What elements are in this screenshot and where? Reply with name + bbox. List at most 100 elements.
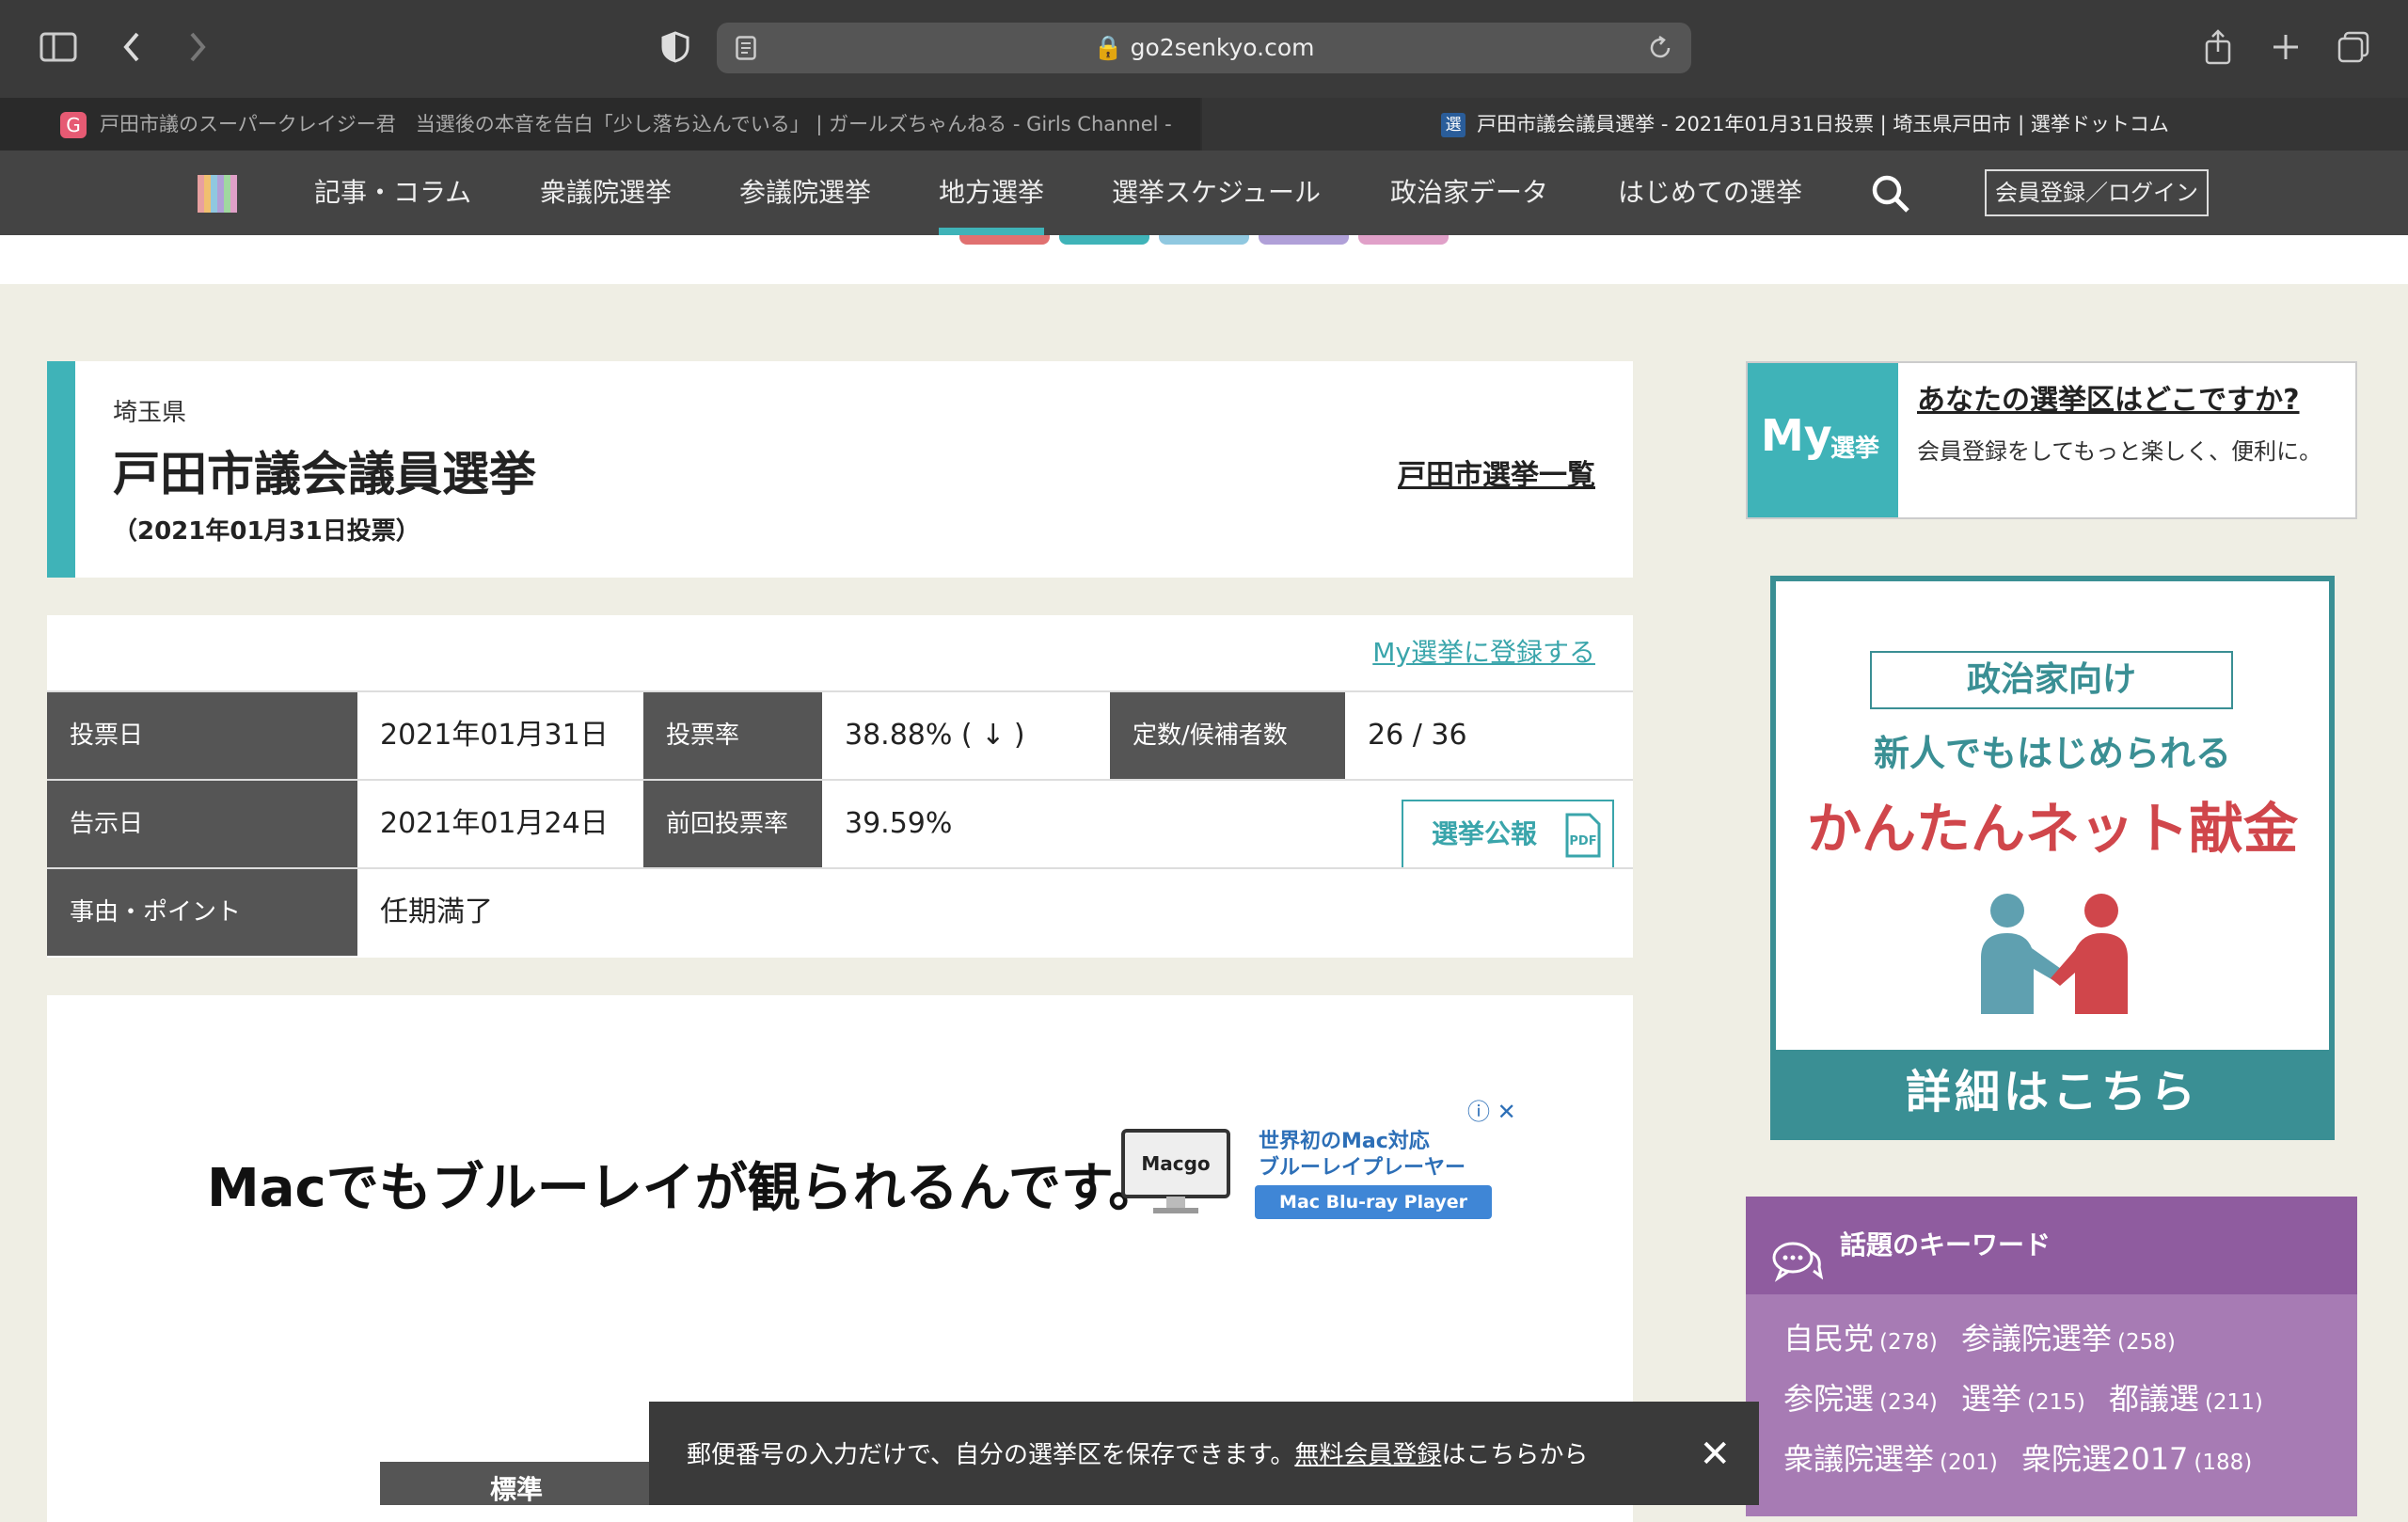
new-tab-icon[interactable]: [2265, 26, 2306, 68]
turnout-label: 投票率: [643, 692, 822, 779]
notice-text: 郵便番号の入力だけで、自分の選挙区を保存できます。無料会員登録はこちらから: [687, 1435, 1588, 1470]
forward-icon[interactable]: [177, 26, 218, 68]
keyword-item[interactable]: 都議選 (211): [2109, 1375, 2263, 1419]
sidebar-toggle-icon[interactable]: [38, 26, 79, 68]
site-logo-icon[interactable]: [198, 175, 237, 213]
keyword-count: (188): [2194, 1451, 2253, 1475]
senkyo-favicon: 選: [1441, 113, 1466, 137]
info-row-3: 事由・ポイント 任期満了: [47, 867, 1633, 956]
prefecture-label: 埼玉県: [113, 399, 187, 427]
ad-side-text: 世界初のMac対応 ブルーレイプレーヤー: [1259, 1129, 1465, 1181]
keyword-item[interactable]: 参院選 (234): [1783, 1375, 1938, 1419]
register-my-election-link[interactable]: My選挙に登録する: [1372, 632, 1595, 670]
tab-label: 戸田市議のスーパークレイジー君 当選後の本音を告白「少し落ち込んでいる」 | ガ…: [100, 113, 1172, 135]
standard-tab[interactable]: 標準: [380, 1462, 653, 1505]
ad-headline[interactable]: Macでもブルーレイが観られるんです。: [207, 1146, 1161, 1222]
my-election-desc: 会員登録をしてもっと楽しく、便利に。: [1917, 438, 2322, 465]
url-text: 🔒 go2senkyo.com: [717, 23, 1691, 73]
election-title-card: 埼玉県 戸田市議会議員選挙 （2021年01月31日投票） 戸田市選挙一覧: [47, 361, 1633, 578]
ad-side-line2: ブルーレイプレーヤー: [1259, 1156, 1466, 1180]
reason-label: 事由・ポイント: [47, 869, 357, 956]
share-icon[interactable]: [2197, 26, 2239, 68]
keyword-count: (278): [1879, 1330, 1938, 1355]
net-donation-banner[interactable]: 政治家向け 新人でもはじめられる かんたんネット献金 詳細はこちら: [1770, 576, 2335, 1140]
keyword-word: 衆議院選挙: [1783, 1441, 1935, 1477]
tab-girls-channel[interactable]: G 戸田市議のスーパークレイジー君 当選後の本音を告白「少し落ち込んでいる」 |…: [0, 98, 1200, 151]
prev-turnout-value: 39.59%: [845, 807, 953, 840]
browser-toolbar: 🔒 go2senkyo.com: [0, 0, 2408, 98]
keyword-item[interactable]: 選挙 (215): [1961, 1375, 2085, 1419]
nav-politician-data[interactable]: 政治家データ: [1390, 151, 1548, 235]
back-icon[interactable]: [111, 26, 152, 68]
reload-icon[interactable]: [1648, 35, 1672, 65]
keyword-count: (234): [1879, 1390, 1938, 1415]
banner-main: かんたんネット献金: [1806, 797, 2298, 861]
ad-side-line1: 世界初のMac対応: [1259, 1130, 1430, 1153]
seats-label: 定数/候補者数: [1110, 692, 1345, 779]
ad-badge[interactable]: Mac Blu-ray Player: [1255, 1185, 1492, 1219]
info-row-1: 投票日 2021年01月31日 投票率 38.88% ( ↓ ) 定数/候補者数…: [47, 690, 1633, 779]
svg-text:PDF: PDF: [1569, 834, 1596, 848]
reason-value: 任期満了: [380, 896, 493, 928]
notice-message: 郵便番号の入力だけで、自分の選挙区を保存できます。: [687, 1441, 1295, 1469]
election-info-card: My選挙に登録する 投票日 2021年01月31日 投票率 38.88% ( ↓…: [47, 615, 1633, 958]
turnout-value: 38.88% ( ↓ ): [845, 719, 1025, 752]
my-election-badge: My 選挙: [1748, 363, 1898, 517]
close-icon[interactable]: ✕: [1699, 1435, 1731, 1473]
page-title: 戸田市議会議員選挙: [113, 447, 536, 501]
address-bar[interactable]: 🔒 go2senkyo.com: [717, 23, 1691, 73]
tab-bar: G 戸田市議のスーパークレイジー君 当選後の本音を告白「少し落ち込んでいる」 |…: [0, 98, 2408, 151]
lock-icon: 🔒: [1093, 34, 1123, 61]
keyword-word: 都議選: [2108, 1381, 2199, 1417]
my-election-card[interactable]: My 選挙 あなたの選挙区はどこですか? 会員登録をしてもっと楽しく、便利に。: [1746, 361, 2357, 519]
site-nav: 記事・コラム 衆議院選挙 参議院選挙 地方選挙 選挙スケジュール 政治家データ …: [0, 151, 2408, 235]
keyword-count: (258): [2116, 1330, 2176, 1355]
badge-big: My: [1761, 410, 1832, 461]
city-election-list-link[interactable]: 戸田市選挙一覧: [1398, 452, 1595, 493]
keyword-item[interactable]: 衆議院選挙 (201): [1783, 1435, 1998, 1479]
chat-bubble-icon: [1772, 1225, 1824, 1323]
vote-day-label: 投票日: [47, 692, 357, 779]
info-row-2: 告示日 2021年01月24日 前回投票率 39.59% 選挙公報 PDF: [47, 779, 1633, 869]
banner-sub: 新人でもはじめられる: [1873, 733, 2231, 774]
girls-channel-favicon: G: [60, 112, 87, 138]
nav-first-election[interactable]: はじめての選挙: [1618, 151, 1802, 235]
signup-notice-bar: 郵便番号の入力だけで、自分の選挙区を保存できます。無料会員登録はこちらから ✕: [649, 1402, 1759, 1505]
election-date: （2021年01月31日投票）: [113, 517, 420, 546]
keyword-word: 参議院選挙: [1960, 1321, 2112, 1356]
site-logo-fragment: [959, 235, 1449, 245]
nav-local-elections[interactable]: 地方選挙: [939, 151, 1045, 235]
tab-label: 戸田市議会議員選挙 - 2021年01月31日投票 | 埼玉県戸田市 | 選挙ド…: [1477, 113, 2169, 135]
notice-day-label: 告示日: [47, 781, 357, 867]
free-signup-link[interactable]: 無料会員登録: [1294, 1441, 1441, 1469]
search-icon[interactable]: [1870, 173, 1911, 218]
election-bulletin-button[interactable]: 選挙公報 PDF: [1402, 800, 1614, 869]
tab-overview-icon[interactable]: [2333, 26, 2374, 68]
my-election-question[interactable]: あなたの選挙区はどこですか?: [1917, 376, 2300, 418]
nav-house-of-councillors[interactable]: 参議院選挙: [739, 151, 871, 235]
nav-house-of-representatives[interactable]: 衆議院選挙: [540, 151, 672, 235]
notice-day-value: 2021年01月24日: [380, 807, 609, 840]
ad-controls[interactable]: ⓘ ✕: [1467, 1093, 1516, 1126]
keyword-count: (211): [2204, 1390, 2263, 1415]
keyword-item[interactable]: 自民党 (278): [1783, 1315, 1938, 1358]
nav-election-schedule[interactable]: 選挙スケジュール: [1112, 151, 1321, 235]
login-button[interactable]: 会員登録／ログイン: [1985, 169, 2209, 216]
banner-footer[interactable]: 詳細はこちら: [1776, 1050, 2329, 1134]
vote-day-value: 2021年01月31日: [380, 719, 609, 752]
prev-turnout-label: 前回投票率: [643, 781, 822, 867]
tab-go2senkyo[interactable]: 選戸田市議会議員選挙 - 2021年01月31日投票 | 埼玉県戸田市 | 選挙…: [1202, 98, 2408, 151]
privacy-shield-icon[interactable]: [655, 26, 696, 68]
mac-monitor-icon: Macgo: [1119, 1127, 1232, 1221]
url-value: go2senkyo.com: [1130, 34, 1315, 61]
keywords-title: 話題のキーワード: [1840, 1229, 2052, 1260]
handshake-figure-icon: [1960, 892, 2148, 1018]
keyword-word: 自民党: [1783, 1321, 1875, 1356]
nav-articles[interactable]: 記事・コラム: [314, 151, 471, 235]
keyword-word: 選挙: [1960, 1381, 2021, 1417]
keyword-item[interactable]: 参議院選挙 (258): [1961, 1315, 2176, 1358]
keyword-list: 自民党 (278) 参議院選挙 (258) 参院選 (234) 選挙 (215) 都議選…: [1783, 1315, 2348, 1496]
keyword-item[interactable]: 衆院選2017 (188): [2021, 1435, 2252, 1479]
keyword-word: 参院選: [1783, 1381, 1875, 1417]
keywords-header: 話題のキーワード: [1746, 1197, 2357, 1294]
